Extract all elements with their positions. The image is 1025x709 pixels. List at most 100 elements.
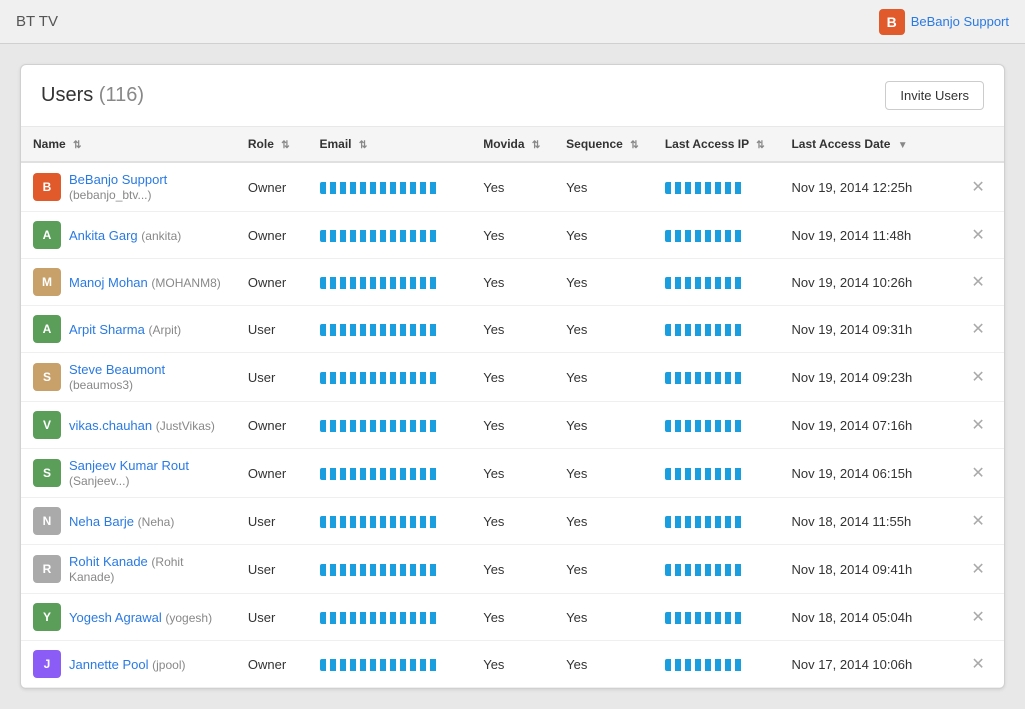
- sort-icon-date: ▼: [898, 140, 908, 151]
- delete-button[interactable]: ✕: [965, 605, 990, 629]
- cell-last-access-ip: [653, 641, 780, 688]
- user-link[interactable]: Sanjeev Kumar Rout: [69, 458, 189, 473]
- avatar: M: [33, 268, 61, 296]
- cell-name: S Sanjeev Kumar Rout (Sanjeev...): [21, 449, 236, 498]
- user-link[interactable]: BeBanjo Support: [69, 172, 167, 187]
- table-row: A Arpit Sharma (Arpit) UserYesYesNov 19,…: [21, 306, 1004, 353]
- table-row: B BeBanjo Support (bebanjo_btv...) Owner…: [21, 162, 1004, 212]
- cell-name: B BeBanjo Support (bebanjo_btv...): [21, 162, 236, 212]
- delete-button[interactable]: ✕: [965, 223, 990, 247]
- cell-movida: Yes: [471, 545, 554, 594]
- cell-last-access-date: Nov 19, 2014 06:15h: [779, 449, 953, 498]
- table-row: J Jannette Pool (jpool) Owner YesYes Nov 1…: [21, 641, 1004, 688]
- cell-movida: Yes: [471, 449, 554, 498]
- col-header-last-access-ip[interactable]: Last Access IP ⇅: [653, 127, 780, 162]
- col-header-name[interactable]: Name ⇅: [21, 127, 236, 162]
- email-redacted: [320, 612, 440, 624]
- invite-users-button[interactable]: Invite Users: [885, 81, 984, 110]
- cell-sequence: Yes: [554, 449, 653, 498]
- avatar: R: [33, 555, 61, 583]
- table-row: Y Yogesh Agrawal (yogesh) UserYesYesNov …: [21, 594, 1004, 641]
- cell-last-access-ip: [653, 306, 780, 353]
- delete-button[interactable]: ✕: [965, 317, 990, 341]
- cell-last-access-ip: [653, 259, 780, 306]
- avatar: S: [33, 363, 61, 391]
- cell-role: User: [236, 306, 308, 353]
- cell-email: [308, 353, 472, 402]
- cell-action: ✕: [953, 212, 1004, 259]
- user-link[interactable]: Jannette Pool: [69, 657, 149, 672]
- cell-last-access-ip: [653, 545, 780, 594]
- cell-name: A Arpit Sharma (Arpit): [21, 306, 236, 353]
- cell-name: M Manoj Mohan (MOHANM8): [21, 259, 236, 306]
- user-link[interactable]: Steve Beaumont: [69, 362, 165, 377]
- cell-last-access-ip: [653, 449, 780, 498]
- cell-sequence: Yes: [554, 545, 653, 594]
- user-link[interactable]: vikas.chauhan: [69, 418, 152, 433]
- ip-redacted: [665, 230, 745, 242]
- support-link[interactable]: BeBanjo Support: [911, 14, 1009, 29]
- cell-sequence: Yes: [554, 306, 653, 353]
- email-redacted: [320, 564, 440, 576]
- cell-email: [308, 402, 472, 449]
- cell-role: Owner: [236, 449, 308, 498]
- delete-button[interactable]: ✕: [965, 461, 990, 485]
- cell-email: [308, 594, 472, 641]
- cell-last-access-ip: [653, 353, 780, 402]
- page-title: Users (116): [41, 84, 144, 107]
- sort-icon-role: ⇅: [281, 140, 289, 151]
- delete-button[interactable]: ✕: [965, 175, 990, 199]
- delete-button[interactable]: ✕: [965, 557, 990, 581]
- user-link[interactable]: Neha Barje: [69, 514, 134, 529]
- cell-action: ✕: [953, 162, 1004, 212]
- cell-action: ✕: [953, 306, 1004, 353]
- col-header-movida[interactable]: Movida ⇅: [471, 127, 554, 162]
- avatar: B: [33, 173, 61, 201]
- table-row: N Neha Barje (Neha) UserYesYesNov 18, 20…: [21, 498, 1004, 545]
- cell-last-access-date: Nov 19, 2014 09:23h: [779, 353, 953, 402]
- page-header: Users (116) Invite Users: [21, 65, 1004, 127]
- avatar: S: [33, 459, 61, 487]
- cell-role: User: [236, 498, 308, 545]
- delete-button[interactable]: ✕: [965, 365, 990, 389]
- user-link[interactable]: Ankita Garg: [69, 228, 138, 243]
- cell-last-access-ip: [653, 212, 780, 259]
- cell-name: J Jannette Pool (jpool): [21, 641, 236, 688]
- ip-redacted: [665, 182, 745, 194]
- cell-email: [308, 641, 472, 688]
- username: (beaumos3): [69, 378, 133, 392]
- cell-sequence: Yes: [554, 641, 653, 688]
- email-redacted: [320, 420, 440, 432]
- user-link[interactable]: Arpit Sharma: [69, 322, 145, 337]
- cell-email: [308, 259, 472, 306]
- delete-button[interactable]: ✕: [965, 652, 990, 676]
- table-row: R Rohit Kanade (Rohit Kanade) UserYesYes…: [21, 545, 1004, 594]
- topbar: BT TV B BeBanjo Support: [0, 0, 1025, 44]
- delete-button[interactable]: ✕: [965, 270, 990, 294]
- cell-name: S Steve Beaumont (beaumos3): [21, 353, 236, 402]
- cell-movida: Yes: [471, 641, 554, 688]
- user-link[interactable]: Rohit Kanade: [69, 554, 148, 569]
- col-header-email[interactable]: Email ⇅: [308, 127, 472, 162]
- cell-email: [308, 498, 472, 545]
- cell-action: ✕: [953, 402, 1004, 449]
- cell-name: A Ankita Garg (ankita): [21, 212, 236, 259]
- cell-role: Owner: [236, 212, 308, 259]
- ip-redacted: [665, 420, 745, 432]
- col-header-role[interactable]: Role ⇅: [236, 127, 308, 162]
- username: (Neha): [138, 515, 175, 529]
- user-link[interactable]: Yogesh Agrawal: [69, 610, 162, 625]
- cell-name: N Neha Barje (Neha): [21, 498, 236, 545]
- cell-action: ✕: [953, 641, 1004, 688]
- cell-last-access-ip: [653, 162, 780, 212]
- cell-last-access-date: Nov 19, 2014 07:16h: [779, 402, 953, 449]
- cell-sequence: Yes: [554, 498, 653, 545]
- delete-button[interactable]: ✕: [965, 509, 990, 533]
- col-header-sequence[interactable]: Sequence ⇅: [554, 127, 653, 162]
- delete-button[interactable]: ✕: [965, 413, 990, 437]
- cell-role: Owner: [236, 641, 308, 688]
- username: (MOHANM8): [151, 276, 220, 290]
- user-link[interactable]: Manoj Mohan: [69, 275, 148, 290]
- cell-last-access-date: Nov 17, 2014 10:06h: [779, 641, 953, 688]
- col-header-last-access-date[interactable]: Last Access Date ▼: [779, 127, 953, 162]
